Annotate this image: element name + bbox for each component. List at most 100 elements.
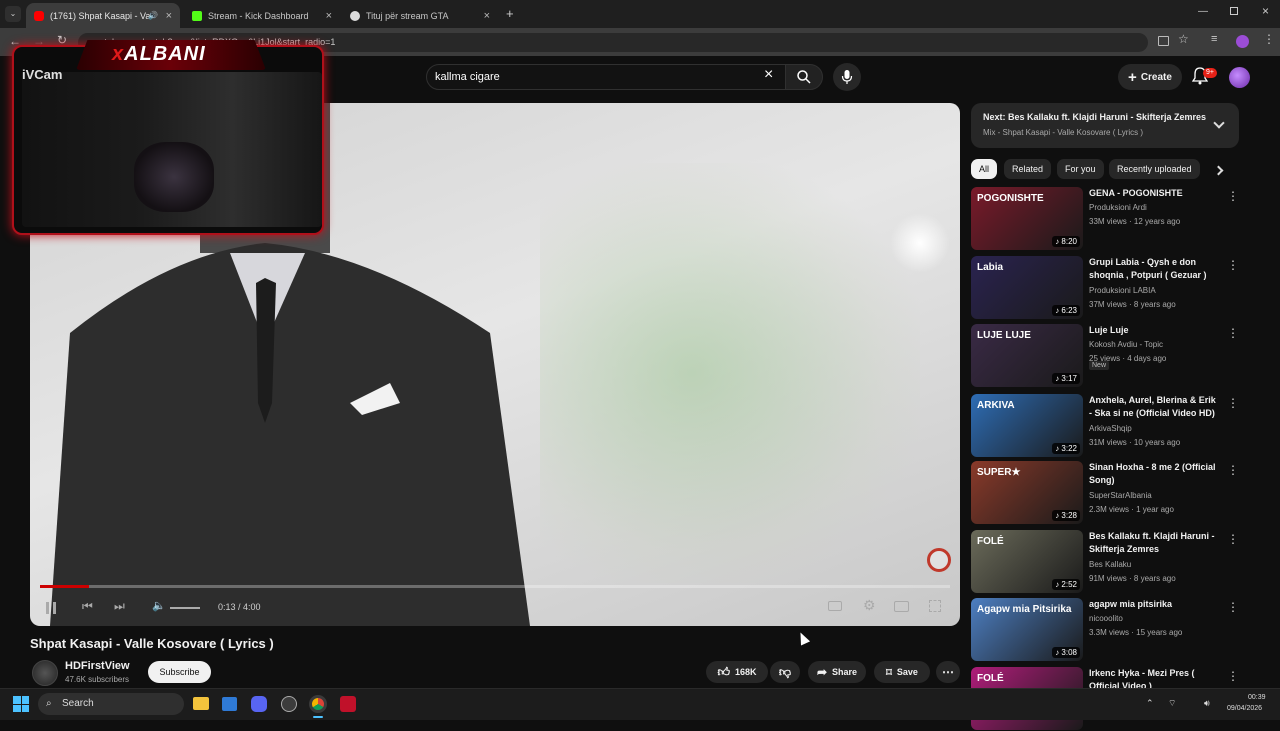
chip-all[interactable]: All: [971, 159, 998, 179]
recommendation-item[interactable]: ARKIVA ♪ 3:22 Anxhela, Aurel, Blerina & Er…: [971, 394, 1241, 458]
recommendation-thumbnail[interactable]: Labia ♪ 6:23: [971, 256, 1083, 319]
recommendation-thumbnail[interactable]: SUPER★ ♪ 3:28: [971, 461, 1083, 524]
tab-gta[interactable]: Tituj për stream GTA ×: [342, 3, 498, 28]
volume-tray-icon[interactable]: 🔊︎: [1204, 698, 1210, 709]
recommendation-item[interactable]: Agapw mia Pitsirika ♪ 3:08 agapw mia pitsi…: [971, 598, 1241, 662]
voice-search-button[interactable]: [833, 63, 861, 91]
browser-menu-icon[interactable]: ⋮: [1263, 32, 1275, 46]
taskbar-search-icon: ⌕: [46, 698, 52, 709]
chip-recently-uploaded[interactable]: Recently uploaded: [1109, 159, 1200, 179]
store-icon[interactable]: [222, 697, 237, 711]
media-controls-icon[interactable]: ≡: [1211, 33, 1217, 45]
save-button[interactable]: ⌑ Save: [874, 661, 930, 683]
recommendation-title[interactable]: Anxhela, Aurel, Blerina & Erik - Ska si …: [1089, 394, 1221, 420]
more-vertical-icon[interactable]: ⋮: [1227, 600, 1239, 614]
recommendation-views: 31M views · 10 years ago: [1089, 438, 1181, 447]
close-window-icon[interactable]: ×: [1262, 4, 1269, 18]
more-vertical-icon[interactable]: ⋮: [1227, 532, 1239, 546]
recommendation-item[interactable]: POGONISHTE ♪ 8:20 GENA - POGONISHTE Produks…: [971, 187, 1241, 251]
progress-bar[interactable]: [40, 585, 950, 588]
account-avatar[interactable]: [1229, 67, 1250, 88]
recommendation-channel[interactable]: SuperStarAlbania: [1089, 491, 1152, 500]
recommendation-title[interactable]: Sinan Hoxha - 8 me 2 (Official Song): [1089, 461, 1221, 487]
search-input[interactable]: kallma cigare: [426, 64, 786, 90]
recommendation-channel[interactable]: Produksioni LABIA: [1089, 286, 1156, 295]
tray-chevron-icon[interactable]: ⌃: [1146, 698, 1154, 709]
search-button[interactable]: [785, 64, 823, 90]
close-tab-icon[interactable]: ×: [484, 10, 490, 22]
recommendation-item[interactable]: FOLÉ ♪ 2:52 Bes Kallaku ft. Klajdi Haruni …: [971, 530, 1241, 594]
taskbar-active-indicator: [313, 716, 323, 718]
share-button[interactable]: ➦ Share: [808, 661, 866, 683]
wifi-icon[interactable]: ⌔: [1168, 698, 1176, 709]
chip-for-you[interactable]: For you: [1057, 159, 1104, 179]
clear-search-icon[interactable]: ×: [764, 66, 773, 84]
volume-icon[interactable]: 🔈: [152, 599, 166, 612]
recommendation-channel[interactable]: Kokosh Avdiu - Topic: [1089, 340, 1163, 349]
taskbar-search[interactable]: ⌕ Search: [38, 693, 184, 715]
recommendation-item[interactable]: SUPER★ ♪ 3:28 Sinan Hoxha - 8 me 2 (Offici…: [971, 461, 1241, 525]
profile-avatar[interactable]: [1236, 35, 1249, 48]
recommendation-channel[interactable]: ArkivaShqip: [1089, 424, 1132, 433]
like-button[interactable]: 👍︎ 168K: [706, 661, 768, 683]
discord-icon[interactable]: [251, 696, 267, 712]
volume-slider[interactable]: [170, 607, 200, 609]
close-tab-icon[interactable]: ×: [326, 10, 332, 22]
duration-badge: ♪ 6:23: [1052, 305, 1080, 316]
restore-icon[interactable]: [1230, 7, 1238, 15]
recommendation-thumbnail[interactable]: POGONISHTE ♪ 8:20: [971, 187, 1083, 250]
chevron-down-icon[interactable]: [1213, 117, 1225, 129]
recommendation-item[interactable]: Labia ♪ 6:23 Grupi Labia - Qysh e don shoq…: [971, 256, 1241, 320]
steam-icon[interactable]: [281, 696, 297, 712]
recommendation-title[interactable]: GENA - POGONISHTE: [1089, 187, 1221, 200]
minimize-icon[interactable]: —: [1198, 6, 1208, 17]
app-icon[interactable]: [340, 696, 356, 712]
cast-icon[interactable]: [1158, 36, 1169, 46]
more-vertical-icon[interactable]: ⋮: [1227, 326, 1239, 340]
bookmark-star-icon[interactable]: ☆: [1178, 32, 1189, 46]
channel-name[interactable]: HDFirstView: [65, 660, 130, 672]
subtitles-icon[interactable]: [828, 601, 842, 611]
previous-icon[interactable]: ⏮: [82, 599, 93, 614]
recommendation-thumbnail[interactable]: Agapw mia Pitsirika ♪ 3:08: [971, 598, 1083, 661]
create-button[interactable]: + Create: [1118, 64, 1182, 90]
tab-youtube[interactable]: (1761) Shpat Kasapi - Valle 🔊 ×: [26, 3, 180, 28]
channel-avatar[interactable]: [32, 660, 58, 686]
subscribe-button[interactable]: Subscribe: [148, 661, 211, 683]
recommendation-thumbnail[interactable]: LUJE LUJE ♪ 3:17: [971, 324, 1083, 387]
recommendation-channel[interactable]: nicooolito: [1089, 614, 1123, 623]
more-vertical-icon[interactable]: ⋮: [1227, 463, 1239, 477]
chevron-right-icon[interactable]: [1213, 165, 1224, 176]
tab-search-button[interactable]: ⌄: [5, 6, 21, 22]
more-vertical-icon[interactable]: ⋮: [1227, 396, 1239, 410]
more-vertical-icon[interactable]: ⋮: [1227, 189, 1239, 203]
recommendation-title[interactable]: agapw mia pitsirika: [1089, 598, 1221, 611]
recommendation-title[interactable]: Bes Kallaku ft. Klajdi Haruni - Skifterj…: [1089, 530, 1221, 556]
file-explorer-icon[interactable]: [193, 697, 209, 710]
recommendation-thumbnail[interactable]: ARKIVA ♪ 3:22: [971, 394, 1083, 457]
webcam-overlay: iVCam: [12, 45, 324, 235]
close-tab-icon[interactable]: ×: [166, 10, 172, 22]
pause-icon[interactable]: [46, 602, 56, 614]
dislike-button[interactable]: 👎︎: [770, 661, 800, 683]
chip-related[interactable]: Related: [1004, 159, 1052, 179]
settings-gear-icon[interactable]: ⚙: [863, 597, 876, 614]
recommendation-channel[interactable]: Produksioni Ardi: [1089, 203, 1147, 212]
recommendation-title[interactable]: Luje Luje: [1089, 324, 1221, 337]
next-icon[interactable]: ⏭: [114, 599, 125, 614]
new-tab-button[interactable]: +: [506, 6, 514, 21]
recommendation-item[interactable]: LUJE LUJE ♪ 3:17 Luje Luje Kokosh Avdiu - T…: [971, 324, 1241, 388]
fullscreen-icon[interactable]: [929, 600, 941, 612]
recommendation-channel[interactable]: Bes Kallaku: [1089, 560, 1131, 569]
chrome-icon[interactable]: [309, 695, 327, 713]
windows-start-icon[interactable]: [13, 696, 29, 712]
tab-kick[interactable]: Stream - Kick Dashboard ×: [184, 3, 340, 28]
more-actions-button[interactable]: ⋯: [936, 661, 960, 683]
recommendation-title[interactable]: Grupi Labia - Qysh e don shoqnia , Potpu…: [1089, 256, 1221, 282]
more-vertical-icon[interactable]: ⋮: [1227, 669, 1239, 683]
recommendation-thumbnail[interactable]: FOLÉ ♪ 2:52: [971, 530, 1083, 593]
miniplayer-icon[interactable]: [894, 601, 909, 612]
progress-fill: [40, 585, 90, 588]
more-vertical-icon[interactable]: ⋮: [1227, 258, 1239, 272]
playlist-up-next[interactable]: Next: Bes Kallaku ft. Klajdi Haruni - Sk…: [971, 103, 1239, 148]
